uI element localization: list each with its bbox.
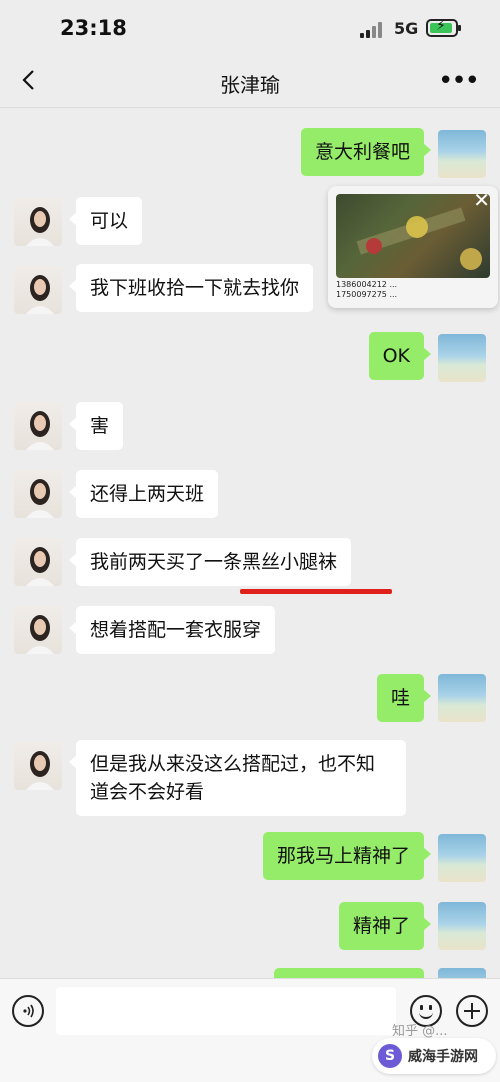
message-bubble-incoming[interactable]: 可以 (68, 197, 143, 245)
status-bar: 23:18 5G ⚡ (0, 0, 500, 56)
watermark-text: 知乎 @... (392, 1024, 448, 1039)
my-avatar[interactable] (438, 902, 486, 950)
my-avatar[interactable] (438, 334, 486, 382)
red-underline-annotation (240, 589, 392, 594)
floating-window-info: 1386004212 ... 1750097275 ... (336, 280, 398, 299)
site-logo-icon: S (378, 1044, 402, 1068)
message-bubble-outgoing[interactable]: 哇 (376, 674, 432, 722)
message-bubble-incoming[interactable]: 我前两天买了一条黑丝小腿袜 (68, 538, 352, 586)
signal-icon (360, 22, 386, 38)
message-bubble-incoming[interactable]: 想着搭配一套衣服穿 (68, 606, 276, 654)
battery-icon: ⚡ (426, 18, 461, 37)
contact-avatar[interactable] (14, 402, 62, 450)
game-screen-thumbnail[interactable] (336, 194, 490, 278)
contact-avatar[interactable] (14, 470, 62, 518)
status-time: 23:18 (60, 16, 127, 40)
message-bubble-outgoing[interactable]: 意大利餐吧 (300, 128, 432, 176)
contact-avatar[interactable] (14, 538, 62, 586)
voice-icon[interactable] (12, 995, 44, 1027)
my-avatar[interactable] (438, 674, 486, 722)
my-avatar[interactable] (438, 968, 486, 978)
chat-header: 张津瑜 ••• (0, 56, 500, 108)
message-bubble-incoming[interactable]: 害 (68, 402, 124, 450)
contact-avatar[interactable] (14, 742, 62, 790)
site-badge: S 威海手游网 (372, 1038, 496, 1074)
close-icon[interactable]: ✕ (473, 188, 490, 212)
more-icon[interactable]: ••• (438, 66, 480, 96)
contact-avatar[interactable] (14, 266, 62, 314)
contact-name: 张津瑜 (220, 73, 280, 97)
site-name: 威海手游网 (408, 1049, 478, 1065)
message-bubble-incoming[interactable]: 我下班收拾一下就去找你 (68, 264, 314, 312)
network-label: 5G (394, 19, 419, 38)
plus-icon[interactable] (456, 995, 488, 1027)
contact-avatar[interactable] (14, 198, 62, 246)
message-bubble-outgoing[interactable]: 精神了 (338, 902, 432, 950)
message-bubble-outgoing[interactable]: 那我马上精神了 (262, 832, 432, 880)
contact-avatar[interactable] (14, 606, 62, 654)
floating-video-window[interactable]: ✕ 1386004212 ... 1750097275 ... (328, 186, 498, 308)
my-avatar[interactable] (438, 834, 486, 882)
message-bubble-outgoing-partial[interactable] (274, 968, 424, 978)
chat-area[interactable]: 意大利餐吧 可以 我下班收拾一下就去找你 ✕ 1386004212 ... 17… (0, 108, 500, 978)
message-input[interactable] (56, 987, 396, 1035)
my-avatar[interactable] (438, 130, 486, 178)
message-bubble-incoming[interactable]: 但是我从来没这么搭配过，也不知道会不会好看 (69, 740, 406, 816)
message-bubble-incoming[interactable]: 还得上两天班 (68, 470, 219, 518)
message-bubble-outgoing[interactable]: OK (368, 332, 432, 380)
